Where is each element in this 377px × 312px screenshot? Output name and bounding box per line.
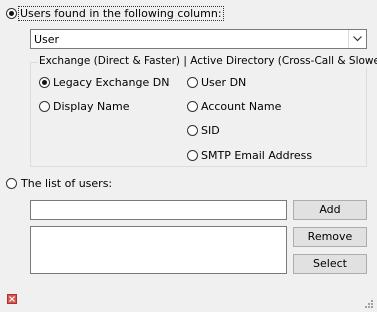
option-label-display-name: Display Name bbox=[53, 100, 130, 113]
close-icon[interactable] bbox=[7, 294, 17, 304]
users-listbox[interactable] bbox=[30, 226, 287, 274]
list-mode-label: The list of users: bbox=[21, 177, 113, 190]
option-label-user-dn: User DN bbox=[201, 76, 247, 89]
option-radio-smtp-email[interactable] bbox=[187, 150, 198, 161]
option-label-smtp-email: SMTP Email Address bbox=[201, 149, 313, 162]
remove-button[interactable]: Remove bbox=[293, 227, 367, 247]
chevron-down-icon[interactable] bbox=[348, 30, 366, 48]
user-entry-input[interactable] bbox=[30, 200, 287, 220]
option-radio-display-name[interactable] bbox=[39, 101, 50, 112]
resize-grip-icon[interactable] bbox=[365, 300, 373, 308]
option-radio-account-name[interactable] bbox=[187, 101, 198, 112]
list-mode-radio[interactable] bbox=[6, 178, 17, 189]
option-label-sid: SID bbox=[201, 124, 220, 137]
option-label-legacy-exchange-dn: Legacy Exchange DN bbox=[53, 76, 170, 89]
option-radio-sid[interactable] bbox=[187, 125, 198, 136]
groupbox-title: Exchange (Direct & Faster) | Active Dire… bbox=[38, 55, 377, 68]
add-button[interactable]: Add bbox=[293, 200, 367, 220]
select-button[interactable]: Select bbox=[293, 254, 367, 274]
option-radio-legacy-exchange-dn[interactable] bbox=[39, 77, 50, 88]
option-label-account-name: Account Name bbox=[201, 100, 282, 113]
column-select-value: User bbox=[34, 33, 60, 46]
column-mode-label[interactable]: Users found in the following column: bbox=[18, 6, 224, 21]
column-mode-radio[interactable] bbox=[6, 8, 17, 19]
option-radio-user-dn[interactable] bbox=[187, 77, 198, 88]
column-select[interactable]: User bbox=[30, 29, 367, 49]
